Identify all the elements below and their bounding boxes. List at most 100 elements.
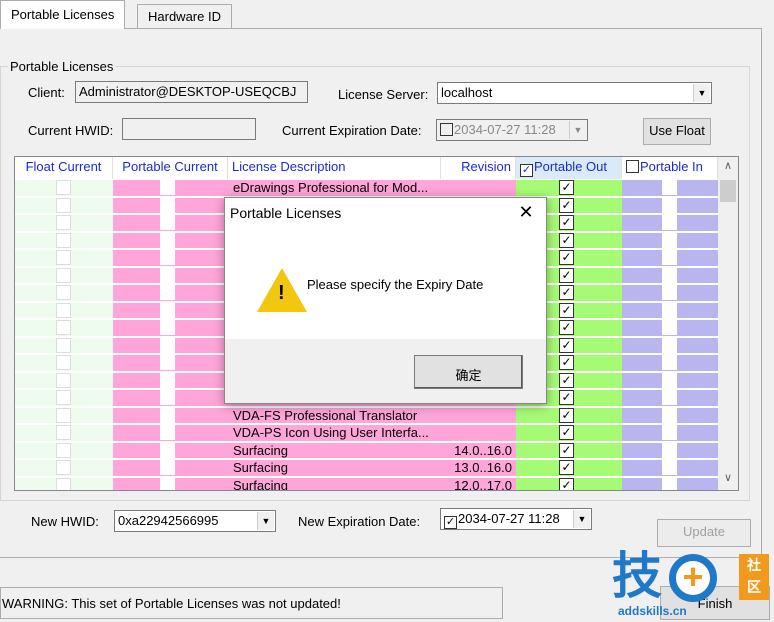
chevron-down-icon[interactable]: ▼ — [573, 510, 590, 528]
portable-in-checkbox[interactable] — [662, 477, 677, 490]
float-current-checkbox[interactable] — [56, 180, 71, 195]
table-row[interactable]: eDrawings Professional for Mod... ✓ — [15, 180, 718, 198]
float-current-checkbox[interactable] — [56, 407, 71, 423]
portable-in-checkbox[interactable] — [662, 215, 677, 230]
header-portable-current[interactable]: Portable Current — [113, 157, 228, 179]
portable-in-checkbox[interactable] — [662, 425, 677, 440]
portable-current-checkbox[interactable] — [160, 267, 175, 283]
vertical-scrollbar[interactable]: ∧ ∨ — [718, 157, 738, 490]
table-row[interactable]: VDA-FS Professional Translator ✓ — [15, 407, 718, 426]
portable-out-checkbox[interactable]: ✓ — [559, 250, 574, 265]
scroll-down-icon[interactable]: ∨ — [718, 471, 738, 484]
portable-current-checkbox[interactable] — [160, 215, 175, 230]
portable-out-checkbox[interactable]: ✓ — [559, 337, 574, 353]
portable-current-checkbox[interactable] — [160, 337, 175, 353]
chevron-down-icon[interactable]: ▼ — [693, 84, 710, 102]
portable-in-checkbox[interactable] — [662, 442, 677, 458]
portable-current-checkbox[interactable] — [160, 477, 175, 490]
new-hwid-combo[interactable]: 0xa22942566995 ▼ — [114, 510, 276, 532]
portable-current-checkbox[interactable] — [160, 425, 175, 440]
portable-current-checkbox[interactable] — [160, 460, 175, 475]
float-current-checkbox[interactable] — [56, 425, 71, 440]
portable-current-checkbox[interactable] — [160, 285, 175, 300]
portable-current-checkbox[interactable] — [160, 442, 175, 458]
portable-out-checkbox[interactable]: ✓ — [559, 180, 574, 195]
portable-out-checkbox[interactable]: ✓ — [559, 215, 574, 230]
scroll-up-icon[interactable]: ∧ — [718, 159, 738, 172]
portable-in-checkbox[interactable] — [662, 250, 677, 265]
portable-out-checkbox[interactable]: ✓ — [559, 372, 574, 388]
portable-in-all-checkbox[interactable] — [626, 160, 639, 173]
license-server-combo[interactable]: localhost ▼ — [437, 82, 712, 104]
tab-portable-licenses[interactable]: Portable Licenses — [0, 0, 126, 29]
close-icon[interactable]: ✕ — [515, 202, 537, 223]
portable-current-checkbox[interactable] — [160, 197, 175, 213]
portable-current-checkbox[interactable] — [160, 302, 175, 318]
portable-out-checkbox[interactable]: ✓ — [559, 390, 574, 405]
float-current-checkbox[interactable] — [56, 267, 71, 283]
portable-in-checkbox[interactable] — [662, 232, 677, 248]
new-expiration-checkbox[interactable]: ✓ — [444, 516, 457, 529]
portable-out-checkbox[interactable]: ✓ — [559, 285, 574, 300]
float-current-checkbox[interactable] — [56, 477, 71, 490]
portable-current-checkbox[interactable] — [160, 355, 175, 370]
float-current-checkbox[interactable] — [56, 232, 71, 248]
portable-in-checkbox[interactable] — [662, 197, 677, 213]
portable-current-checkbox[interactable] — [160, 232, 175, 248]
float-current-checkbox[interactable] — [56, 460, 71, 475]
portable-in-checkbox[interactable] — [662, 372, 677, 388]
float-current-checkbox[interactable] — [56, 355, 71, 370]
portable-current-checkbox[interactable] — [160, 390, 175, 405]
use-float-button[interactable]: Use Float — [643, 118, 711, 145]
scrollbar-thumb[interactable] — [720, 180, 736, 202]
float-current-checkbox[interactable] — [56, 215, 71, 230]
portable-out-checkbox[interactable]: ✓ — [559, 197, 574, 213]
portable-current-checkbox[interactable] — [160, 407, 175, 423]
float-current-checkbox[interactable] — [56, 442, 71, 458]
float-current-checkbox[interactable] — [56, 320, 71, 335]
float-current-checkbox[interactable] — [56, 285, 71, 300]
portable-in-checkbox[interactable] — [662, 267, 677, 283]
portable-in-checkbox[interactable] — [662, 355, 677, 370]
portable-out-checkbox[interactable]: ✓ — [559, 460, 574, 475]
header-portable-out[interactable]: ✓ Portable Out — [516, 157, 622, 179]
portable-in-checkbox[interactable] — [662, 180, 677, 195]
header-revision[interactable]: Revision — [441, 157, 516, 179]
float-current-checkbox[interactable] — [56, 197, 71, 213]
table-row[interactable]: VDA-PS Icon Using User Interfa... ✓ — [15, 425, 718, 443]
portable-out-checkbox[interactable]: ✓ — [559, 355, 574, 370]
header-portable-in[interactable]: Portable In — [622, 157, 718, 179]
portable-out-all-checkbox[interactable]: ✓ — [520, 164, 533, 177]
portable-current-checkbox[interactable] — [160, 180, 175, 195]
portable-in-checkbox[interactable] — [662, 390, 677, 405]
portable-in-checkbox[interactable] — [662, 337, 677, 353]
chevron-down-icon[interactable]: ▼ — [257, 512, 274, 530]
table-row[interactable]: Surfacing 12.0..17.0 ✓ — [15, 477, 718, 490]
portable-out-checkbox[interactable]: ✓ — [559, 320, 574, 335]
portable-in-checkbox[interactable] — [662, 407, 677, 423]
table-row[interactable]: Surfacing 13.0..16.0 ✓ — [15, 460, 718, 478]
portable-in-checkbox[interactable] — [662, 285, 677, 300]
portable-in-checkbox[interactable] — [662, 320, 677, 335]
ok-button[interactable]: 确定 — [414, 355, 523, 389]
float-current-checkbox[interactable] — [56, 337, 71, 353]
tab-hardware-id[interactable]: Hardware ID — [137, 4, 232, 28]
portable-out-checkbox[interactable]: ✓ — [559, 425, 574, 440]
portable-out-checkbox[interactable]: ✓ — [559, 407, 574, 423]
portable-in-checkbox[interactable] — [662, 460, 677, 475]
new-expiration-picker[interactable]: ✓ 2034-07-27 11:28 ▼ — [440, 508, 592, 530]
portable-out-checkbox[interactable]: ✓ — [559, 232, 574, 248]
portable-out-checkbox[interactable]: ✓ — [559, 267, 574, 283]
header-license-description[interactable]: License Description — [228, 157, 441, 179]
portable-out-checkbox[interactable]: ✓ — [559, 442, 574, 458]
float-current-checkbox[interactable] — [56, 302, 71, 318]
table-row[interactable]: Surfacing 14.0..16.0 ✓ — [15, 442, 718, 461]
portable-out-checkbox[interactable]: ✓ — [559, 302, 574, 318]
portable-current-checkbox[interactable] — [160, 372, 175, 388]
update-button[interactable]: Update — [657, 519, 751, 547]
portable-out-checkbox[interactable]: ✓ — [559, 477, 574, 490]
portable-in-checkbox[interactable] — [662, 302, 677, 318]
portable-current-checkbox[interactable] — [160, 250, 175, 265]
portable-current-checkbox[interactable] — [160, 320, 175, 335]
float-current-checkbox[interactable] — [56, 390, 71, 405]
